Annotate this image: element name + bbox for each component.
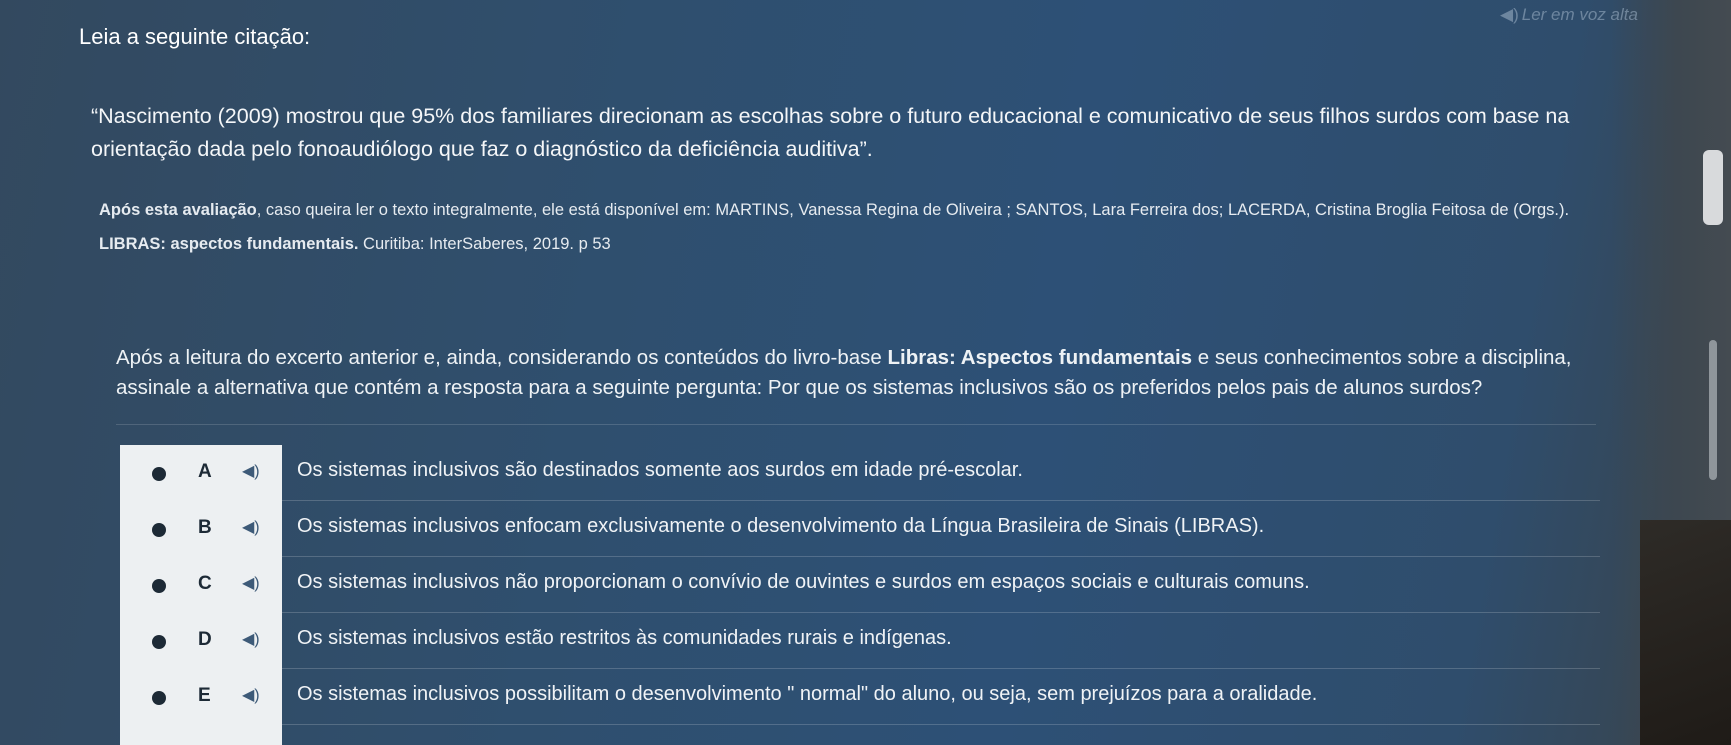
radio-bullet[interactable] bbox=[152, 691, 166, 705]
radio-bullet[interactable] bbox=[152, 467, 166, 481]
radio-bullet[interactable] bbox=[152, 579, 166, 593]
option-d[interactable]: D ◀) Os sistemas inclusivos estão restri… bbox=[120, 613, 1600, 669]
read-aloud-label: Ler em voz alta bbox=[1521, 5, 1638, 24]
citation-quote: “Nascimento (2009) mostrou que 95% dos f… bbox=[91, 104, 1570, 161]
question-book-title: Libras: Aspectos fundamentais bbox=[887, 346, 1193, 369]
option-letter: E bbox=[198, 685, 211, 706]
question-text: Após a leitura do excerto anterior e, ai… bbox=[116, 343, 1646, 403]
option-letter: B bbox=[198, 517, 212, 538]
reference-lead: Após esta avaliação bbox=[99, 201, 257, 219]
option-letter: C bbox=[198, 573, 212, 594]
option-text[interactable]: Os sistemas inclusivos são destinados so… bbox=[297, 459, 1023, 482]
option-a[interactable]: A ◀) Os sistemas inclusivos são destinad… bbox=[120, 445, 1600, 501]
option-b[interactable]: B ◀) Os sistemas inclusivos enfocam excl… bbox=[120, 501, 1600, 557]
reference-body: , caso queira ler o texto integralmente,… bbox=[256, 201, 1570, 219]
option-letter: A bbox=[198, 461, 212, 482]
radio-bullet[interactable] bbox=[152, 635, 166, 649]
speaker-icon[interactable]: ◀) bbox=[242, 685, 260, 705]
reference-book-title: LIBRAS: aspectos fundamentais. bbox=[99, 235, 359, 253]
option-divider bbox=[282, 724, 1600, 725]
speaker-icon[interactable]: ◀) bbox=[242, 629, 260, 649]
option-e[interactable]: E ◀) Os sistemas inclusivos possibilitam… bbox=[120, 669, 1600, 725]
reference-tail: Curitiba: InterSaberes, 2019. p 53 bbox=[358, 235, 611, 253]
intro-title: Leia a seguinte citação: bbox=[79, 24, 311, 49]
question-part-1: Após a leitura do excerto anterior e, ai… bbox=[116, 346, 888, 369]
option-text[interactable]: Os sistemas inclusivos não proporcionam … bbox=[297, 571, 1310, 594]
scrollbar-track-marker bbox=[1709, 340, 1717, 480]
option-c[interactable]: C ◀) Os sistemas inclusivos não proporci… bbox=[120, 557, 1600, 613]
speaker-icon[interactable]: ◀) bbox=[242, 461, 260, 481]
option-text[interactable]: Os sistemas inclusivos estão restritos à… bbox=[297, 627, 952, 650]
option-text[interactable]: Os sistemas inclusivos possibilitam o de… bbox=[297, 683, 1317, 706]
radio-bullet[interactable] bbox=[152, 523, 166, 537]
option-text[interactable]: Os sistemas inclusivos enfocam exclusiva… bbox=[297, 515, 1264, 538]
scrollbar-thumb[interactable] bbox=[1703, 150, 1723, 225]
divider bbox=[116, 424, 1596, 425]
reference-text: Após esta avaliação, caso queira ler o t… bbox=[99, 193, 1619, 261]
dark-corner-area bbox=[1640, 520, 1731, 745]
speaker-icon[interactable]: ◀) bbox=[242, 573, 260, 593]
speaker-icon: ◀) bbox=[1500, 5, 1519, 24]
option-letter: D bbox=[198, 629, 212, 650]
speaker-icon[interactable]: ◀) bbox=[242, 517, 260, 537]
read-aloud-button[interactable]: ◀) Ler em voz alta bbox=[1500, 5, 1638, 25]
